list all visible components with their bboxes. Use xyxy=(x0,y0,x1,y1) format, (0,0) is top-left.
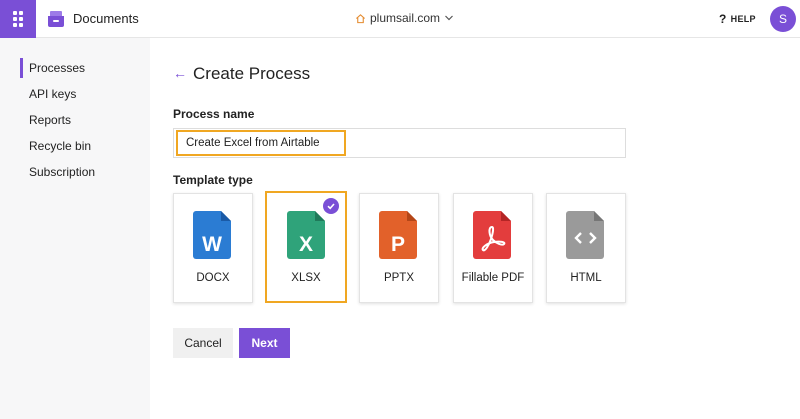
template-label: DOCX xyxy=(196,272,230,284)
sidebar-item-api-keys[interactable]: API keys xyxy=(20,84,76,104)
process-name-input[interactable] xyxy=(176,130,346,156)
template-tile-pptx[interactable]: P PPTX xyxy=(359,193,439,303)
process-name-field xyxy=(173,128,626,158)
powerpoint-file-icon: P xyxy=(379,211,417,259)
documents-logo-icon xyxy=(48,11,64,27)
next-button[interactable]: Next xyxy=(239,328,290,358)
cancel-button[interactable]: Cancel xyxy=(173,328,233,358)
excel-file-icon: X xyxy=(287,211,325,259)
pdf-file-icon xyxy=(473,211,511,259)
domain-label: plumsail.com xyxy=(370,11,441,25)
selected-check-icon xyxy=(323,198,339,214)
page-title: Create Process xyxy=(193,64,311,83)
template-label: HTML xyxy=(570,272,602,284)
sidebar-item-recycle-bin[interactable]: Recycle bin xyxy=(20,136,91,156)
domain-selector[interactable]: plumsail.com xyxy=(355,11,454,25)
help-button[interactable]: ? HELP xyxy=(719,12,756,26)
html-file-icon xyxy=(566,211,604,259)
svg-text:P: P xyxy=(391,233,405,256)
template-tile-html[interactable]: HTML xyxy=(546,193,626,303)
template-tile-fillable-pdf[interactable]: Fillable PDF xyxy=(453,193,533,303)
sidebar: Processes API keys Reports Recycle bin S… xyxy=(0,38,150,419)
word-file-icon: W xyxy=(193,211,231,259)
template-label: XLSX xyxy=(291,272,321,284)
question-icon: ? xyxy=(719,12,727,26)
svg-text:X: X xyxy=(299,233,313,256)
help-label: HELP xyxy=(730,14,756,24)
process-name-label: Process name xyxy=(173,107,255,121)
template-label: Fillable PDF xyxy=(461,272,525,284)
template-type-label: Template type xyxy=(173,173,253,187)
app-launcher-button[interactable] xyxy=(0,0,36,38)
template-tile-xlsx[interactable]: X XLSX xyxy=(265,191,347,303)
sidebar-item-processes[interactable]: Processes xyxy=(20,58,85,78)
avatar[interactable]: S xyxy=(770,6,796,32)
template-label: PPTX xyxy=(383,272,415,284)
home-icon xyxy=(356,13,365,23)
app-title: Documents xyxy=(73,11,139,26)
svg-text:W: W xyxy=(202,233,222,256)
back-arrow-icon[interactable]: ← xyxy=(173,65,187,81)
grid-icon xyxy=(13,11,23,27)
sidebar-item-subscription[interactable]: Subscription xyxy=(20,162,95,182)
top-bar: Documents plumsail.com ? HELP S xyxy=(0,0,800,38)
sidebar-item-reports[interactable]: Reports xyxy=(20,110,71,130)
template-tile-docx[interactable]: W DOCX xyxy=(173,193,253,303)
chevron-down-icon xyxy=(445,15,453,21)
